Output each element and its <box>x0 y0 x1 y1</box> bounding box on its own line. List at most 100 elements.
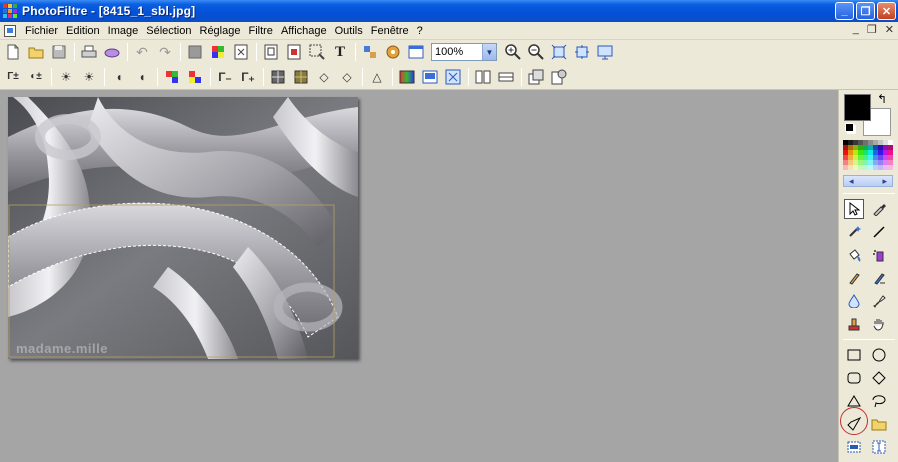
palette-next-button[interactable]: ▸ <box>882 176 887 187</box>
soften-button[interactable]: ◇ <box>314 67 334 87</box>
gamma-plus-button[interactable]: Γ₊ <box>238 67 258 87</box>
sharpen-more-button[interactable]: △ <box>367 67 387 87</box>
zoom-in-button[interactable] <box>503 42 523 62</box>
settings-button[interactable] <box>549 67 569 87</box>
export-button[interactable] <box>360 42 380 62</box>
text-selection-tool[interactable] <box>869 437 889 457</box>
rounded-rect-select-tool[interactable] <box>844 368 864 388</box>
redo-button[interactable]: ↷ <box>155 42 175 62</box>
close-button[interactable]: ✕ <box>877 2 896 20</box>
image-canvas[interactable]: madame.mille <box>8 97 358 359</box>
transparency-icon <box>188 45 202 59</box>
color-swatch[interactable] <box>888 165 893 170</box>
text-tool-button[interactable]: T <box>330 42 350 62</box>
brightness-minus-button[interactable]: ☀ <box>79 67 99 87</box>
crop-button[interactable] <box>261 42 281 62</box>
hand-tool[interactable] <box>869 314 889 334</box>
resize-button[interactable] <box>284 42 304 62</box>
menu-help[interactable]: ? <box>413 23 427 39</box>
brush-tool[interactable] <box>844 268 864 288</box>
minimize-button[interactable]: _ <box>835 2 854 20</box>
fill-tool[interactable] <box>844 245 864 265</box>
selection-button[interactable] <box>307 42 327 62</box>
menu-image[interactable]: Image <box>104 23 143 39</box>
workspace[interactable]: madame.mille <box>0 90 838 462</box>
eyedropper-tool[interactable] <box>869 199 889 219</box>
flip-button[interactable] <box>473 67 493 87</box>
smudge-tool[interactable] <box>869 291 889 311</box>
window-title: PhotoFiltre - [8415_1_sbl.jpg] <box>22 4 196 18</box>
brightness-plus-button[interactable]: ☀ <box>56 67 76 87</box>
zoom-out-button[interactable] <box>526 42 546 62</box>
menu-filtre[interactable]: Filtre <box>244 23 276 39</box>
swap-colors-icon[interactable]: ↰ <box>877 92 887 106</box>
fill-selection-tool[interactable] <box>844 437 864 457</box>
frame-button[interactable] <box>420 67 440 87</box>
scan-button[interactable] <box>102 42 122 62</box>
pointer-tool[interactable] <box>844 199 864 219</box>
lasso-tool[interactable] <box>869 391 889 411</box>
auto-levels-button[interactable]: Γ± <box>3 67 23 87</box>
advanced-brush-tool[interactable] <box>869 268 889 288</box>
reset-colors-icon[interactable] <box>845 123 854 132</box>
mdi-minimize-button[interactable]: _ <box>853 23 859 36</box>
photofiltre-app-icon[interactable] <box>3 4 17 18</box>
transparency-button[interactable] <box>185 42 205 62</box>
highlight-ring <box>840 407 868 435</box>
zoom-select[interactable]: 100% ▼ <box>431 43 497 61</box>
undo-button[interactable]: ↶ <box>132 42 152 62</box>
gamma-minus-button[interactable]: Γ₋ <box>215 67 235 87</box>
rectangle-select-tool[interactable] <box>844 345 864 365</box>
gradient-button[interactable] <box>397 67 417 87</box>
menu-edition[interactable]: Edition <box>62 23 104 39</box>
auto-levels-icon: Γ± <box>7 71 19 82</box>
contrast-plus-button[interactable]: ◖ <box>109 67 129 87</box>
ellipse-select-tool[interactable] <box>869 345 889 365</box>
maximize-button[interactable]: ❐ <box>856 2 875 20</box>
gradient-icon <box>399 70 415 83</box>
chevron-down-icon[interactable]: ▼ <box>482 44 496 60</box>
open-button[interactable] <box>26 42 46 62</box>
color-swatch-grid[interactable] <box>843 140 893 170</box>
save-button[interactable] <box>49 42 69 62</box>
blur-button[interactable] <box>291 67 311 87</box>
print-button[interactable] <box>79 42 99 62</box>
menu-fichier[interactable]: Fichier <box>21 23 62 39</box>
actual-size-button[interactable] <box>572 42 592 62</box>
foreground-color-swatch[interactable] <box>844 94 871 121</box>
fit-window-button[interactable] <box>549 42 569 62</box>
menu-reglage[interactable]: Réglage <box>196 23 245 39</box>
new-file-button[interactable] <box>3 42 23 62</box>
layer-button[interactable] <box>526 67 546 87</box>
stamp-tool[interactable] <box>844 314 864 334</box>
menu-fenetre[interactable]: Fenêtre <box>367 23 413 39</box>
text-box-button[interactable] <box>231 42 251 62</box>
document-icon[interactable] <box>4 24 16 37</box>
sharpen-button[interactable]: ◇ <box>337 67 357 87</box>
auto-contrast-button[interactable]: ◐± <box>26 67 46 87</box>
diamond-select-icon <box>872 371 886 385</box>
mdi-close-button[interactable]: ✕ <box>885 23 894 36</box>
saturation-minus-button[interactable] <box>185 67 205 87</box>
plugin-button[interactable] <box>383 42 403 62</box>
texture-button[interactable] <box>443 67 463 87</box>
magic-wand-tool[interactable] <box>844 222 864 242</box>
blur-tool[interactable] <box>844 291 864 311</box>
mdi-restore-button[interactable]: ❐ <box>867 23 877 36</box>
rotate-button[interactable] <box>496 67 516 87</box>
spray-tool[interactable] <box>869 245 889 265</box>
menu-outils[interactable]: Outils <box>331 23 367 39</box>
menu-selection[interactable]: Sélection <box>142 23 195 39</box>
options-button[interactable] <box>406 42 426 62</box>
contrast-minus-button[interactable]: ◖ <box>132 67 152 87</box>
mosaic-button[interactable] <box>268 67 288 87</box>
palette-prev-button[interactable]: ◂ <box>849 176 854 187</box>
menu-affichage[interactable]: Affichage <box>277 23 331 39</box>
color-palette-button[interactable] <box>208 42 228 62</box>
line-tool[interactable] <box>869 222 889 242</box>
fullscreen-button[interactable] <box>595 42 615 62</box>
diamond-select-tool[interactable] <box>869 368 889 388</box>
open-selection-tool[interactable] <box>869 414 889 434</box>
saturation-plus-button[interactable] <box>162 67 182 87</box>
open-folder-icon <box>28 47 44 59</box>
